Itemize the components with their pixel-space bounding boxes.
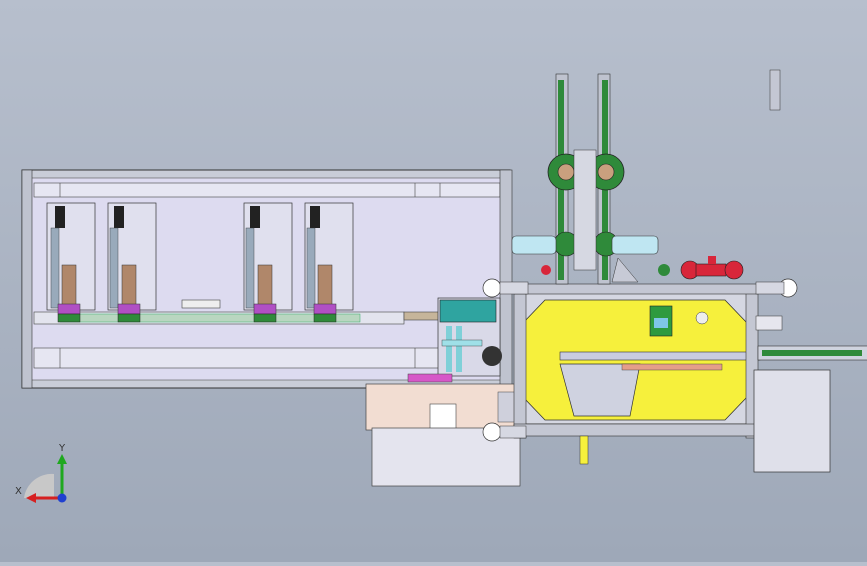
y-axis-label: Y: [58, 443, 66, 454]
cylinder-right: [611, 235, 659, 255]
y-axis-head: [57, 454, 67, 464]
label-plate: [181, 299, 221, 309]
bottom-rail: [33, 347, 501, 369]
right-output-conveyor[interactable]: [753, 69, 867, 473]
caster-top-right: [755, 278, 798, 298]
red-valve-assembly: [541, 256, 744, 280]
pick-station-2[interactable]: [107, 202, 157, 323]
coordinate-triad: Y X: [15, 443, 67, 503]
pick-station-1[interactable]: [46, 202, 96, 323]
cad-viewport[interactable]: Y X: [0, 0, 867, 562]
pick-station-3[interactable]: [243, 202, 293, 323]
top-rail: [33, 182, 501, 198]
assembly-drawing[interactable]: [0, 0, 867, 562]
right-main-station[interactable]: [513, 283, 761, 465]
transfer-unit[interactable]: [437, 297, 502, 377]
pick-station-4[interactable]: [304, 202, 354, 323]
x-axis-label: X: [15, 486, 22, 497]
cylinder-left: [511, 235, 557, 255]
triad-quarter-disc: [24, 473, 54, 498]
z-axis-dot: [57, 493, 67, 503]
